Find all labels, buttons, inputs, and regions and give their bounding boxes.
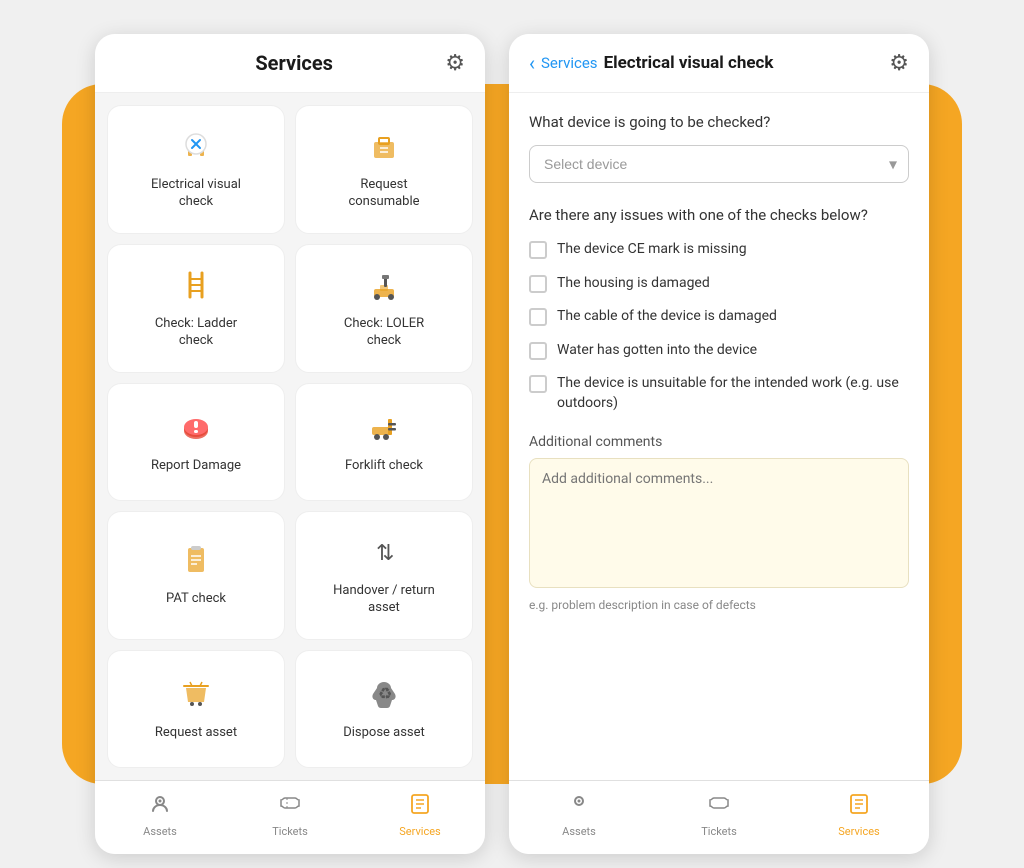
services-grid: Electrical visualcheck Requestconsumable (95, 93, 485, 780)
check-box-unsuitable[interactable] (529, 375, 547, 393)
forklift-check-icon (366, 409, 402, 450)
checks-section: Are there any issues with one of the che… (529, 205, 909, 414)
right-tickets-icon (707, 791, 731, 821)
check-item-ce-mark[interactable]: The device CE mark is missing (529, 240, 909, 260)
comments-helper-text: e.g. problem description in case of defe… (529, 598, 909, 612)
right-page-title: Electrical visual check (604, 53, 774, 73)
checks-question: Are there any issues with one of the che… (529, 205, 909, 226)
device-select-wrapper: Select device ▾ (529, 145, 909, 183)
request-consumable-icon (366, 128, 402, 169)
svg-text:♻: ♻ (378, 684, 392, 703)
electrical-visual-check-icon (178, 128, 214, 169)
service-card-request-consumable[interactable]: Requestconsumable (295, 105, 473, 234)
left-screen-header: Services ⚙ (95, 34, 485, 93)
electrical-visual-check-label: Electrical visualcheck (151, 177, 241, 211)
right-header-left: ‹ Services Electrical visual check (529, 51, 774, 75)
tickets-icon (278, 791, 302, 821)
pat-check-icon (178, 542, 214, 583)
dispose-asset-icon: ♻ (366, 676, 402, 717)
right-nav-services[interactable]: Services (824, 791, 894, 838)
request-consumable-label: Requestconsumable (348, 177, 419, 211)
handover-return-icon: ⇅ (366, 534, 402, 575)
service-card-dispose-asset[interactable]: ♻ Dispose asset (295, 650, 473, 768)
check-box-ce-mark[interactable] (529, 241, 547, 259)
left-nav-assets-label: Assets (143, 825, 177, 838)
right-nav-services-label: Services (838, 825, 879, 838)
service-card-report-damage[interactable]: Report Damage (107, 383, 285, 501)
additional-section: Additional comments e.g. problem descrip… (529, 434, 909, 612)
request-asset-label: Request asset (155, 725, 237, 742)
check-label-cable: The cable of the device is damaged (557, 307, 777, 327)
check-label-housing: The housing is damaged (557, 274, 710, 294)
forklift-check-label: Forklift check (345, 458, 423, 475)
back-button[interactable]: ‹ (529, 51, 535, 75)
check-item-cable[interactable]: The cable of the device is damaged (529, 307, 909, 327)
right-screen-content: What device is going to be checked? Sele… (509, 93, 929, 780)
service-card-request-asset[interactable]: Request asset (107, 650, 285, 768)
right-nav-tickets-label: Tickets (701, 825, 737, 838)
check-item-unsuitable[interactable]: The device is unsuitable for the intende… (529, 374, 909, 413)
right-nav-assets-label: Assets (562, 825, 596, 838)
service-card-pat-check[interactable]: PAT check (107, 511, 285, 640)
left-bottom-nav: Assets Tickets (95, 780, 485, 854)
dispose-asset-label: Dispose asset (343, 725, 425, 742)
right-services-icon (847, 791, 871, 821)
svg-text:⇅: ⇅ (376, 541, 394, 566)
left-nav-services[interactable]: Services (385, 791, 455, 838)
breadcrumb-services[interactable]: Services (541, 54, 598, 72)
report-damage-icon (178, 409, 214, 450)
check-loler-label: Check: LOLERcheck (344, 316, 424, 350)
service-card-check-ladder[interactable]: Check: Laddercheck (107, 244, 285, 373)
service-card-handover-return[interactable]: ⇅ Handover / returnasset (295, 511, 473, 640)
right-gear-button[interactable]: ⚙ (889, 50, 909, 76)
device-question: What device is going to be checked? (529, 113, 909, 131)
right-screen-header: ‹ Services Electrical visual check ⚙ (509, 34, 929, 93)
device-select[interactable]: Select device (529, 145, 909, 183)
right-bottom-nav: Assets Tickets (509, 780, 929, 854)
report-damage-label: Report Damage (151, 458, 241, 475)
pat-check-label: PAT check (166, 591, 226, 608)
service-card-forklift-check[interactable]: Forklift check (295, 383, 473, 501)
check-item-housing[interactable]: The housing is damaged (529, 274, 909, 294)
additional-comments-textarea[interactable] (529, 458, 909, 588)
check-box-cable[interactable] (529, 308, 547, 326)
check-item-water[interactable]: Water has gotten into the device (529, 341, 909, 361)
left-nav-tickets[interactable]: Tickets (255, 791, 325, 838)
left-screen-title: Services (143, 51, 445, 75)
left-nav-assets[interactable]: Assets (125, 791, 195, 838)
check-box-housing[interactable] (529, 275, 547, 293)
check-label-ce-mark: The device CE mark is missing (557, 240, 747, 260)
additional-comments-label: Additional comments (529, 434, 909, 450)
service-card-check-loler[interactable]: Check: LOLERcheck (295, 244, 473, 373)
check-ladder-label: Check: Laddercheck (155, 316, 237, 350)
request-asset-icon (178, 676, 214, 717)
handover-return-label: Handover / returnasset (333, 583, 435, 617)
services-icon-active (408, 791, 432, 821)
left-gear-button[interactable]: ⚙ (445, 50, 465, 76)
left-nav-services-label: Services (399, 825, 440, 838)
right-nav-assets[interactable]: Assets (544, 791, 614, 838)
right-screen: ‹ Services Electrical visual check ⚙ Wha… (509, 34, 929, 854)
right-nav-tickets[interactable]: Tickets (684, 791, 754, 838)
check-ladder-icon (178, 267, 214, 308)
assets-icon (148, 791, 172, 821)
service-card-electrical-visual-check[interactable]: Electrical visualcheck (107, 105, 285, 234)
left-nav-tickets-label: Tickets (272, 825, 308, 838)
left-screen: Services ⚙ Electrical visualcheck (95, 34, 485, 854)
check-label-water: Water has gotten into the device (557, 341, 757, 361)
screens-container: Services ⚙ Electrical visualcheck (95, 14, 929, 854)
right-assets-icon (567, 791, 591, 821)
check-loler-icon (366, 267, 402, 308)
check-label-unsuitable: The device is unsuitable for the intende… (557, 374, 909, 413)
check-box-water[interactable] (529, 342, 547, 360)
